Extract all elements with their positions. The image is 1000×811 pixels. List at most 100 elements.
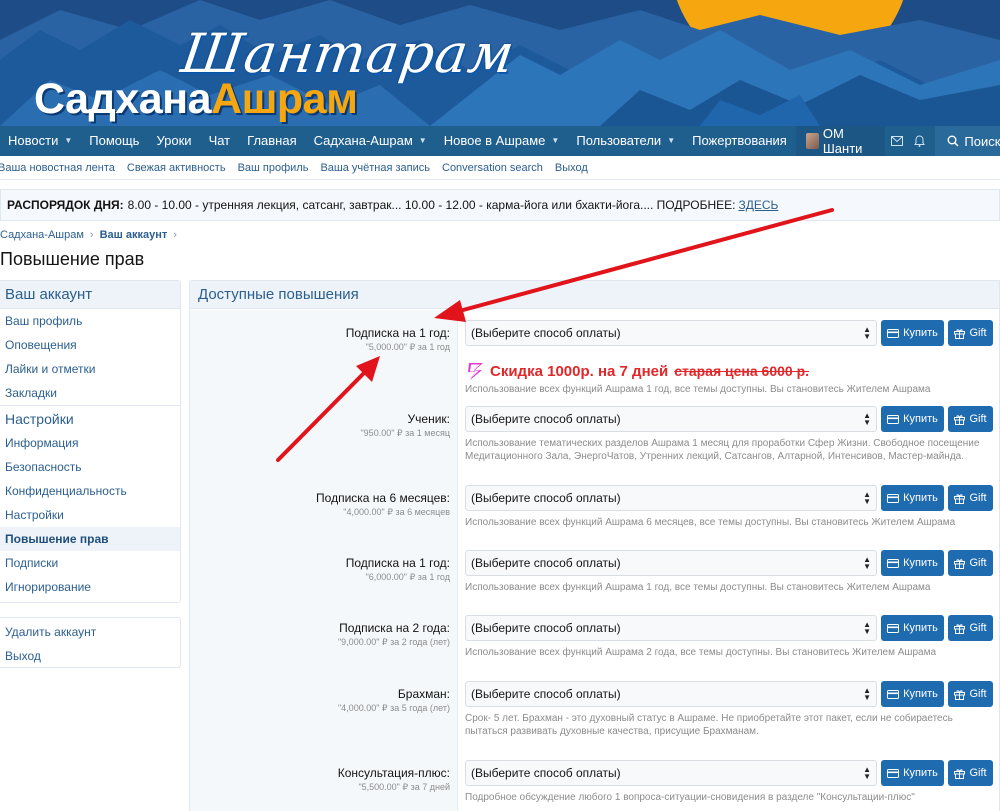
sidebar-item-info[interactable]: Информация: [0, 431, 180, 455]
avatar: [805, 133, 819, 149]
chevron-down-icon: ▼: [863, 627, 871, 636]
upgrade-description: Подробное обсуждение любого 1 вопроса-си…: [465, 792, 915, 803]
sub-navigation: Ваша новостная лента Свежая активность В…: [0, 156, 1000, 180]
buy-label: Купить: [903, 767, 938, 779]
credit-card-icon: [887, 623, 900, 633]
logo-word-yellow: Ашрам: [211, 75, 358, 123]
buy-button[interactable]: Купить: [881, 681, 944, 707]
schedule-notice: РАСПОРЯДОК ДНЯ: 8.00 - 10.00 - утренняя …: [0, 189, 1000, 221]
sidebar-item-profile[interactable]: Ваш профиль: [0, 309, 180, 333]
buy-button[interactable]: Купить: [881, 760, 944, 786]
select-value: (Выберите способ оплаты): [471, 491, 621, 505]
buy-label: Купить: [903, 622, 938, 634]
chevron-down-icon: ▼: [863, 693, 871, 702]
nav-label: Пользователи: [576, 133, 662, 148]
buy-button[interactable]: Купить: [881, 550, 944, 576]
notice-link[interactable]: ЗДЕСЬ: [738, 198, 778, 212]
sidebar-item-preferences[interactable]: Настройки: [0, 503, 180, 527]
buy-button[interactable]: Купить: [881, 406, 944, 432]
promo-old-price: старая цена 6000 р.: [674, 363, 809, 379]
nav-item-sadhana-ashram[interactable]: Садхана-Ашрам ▼: [306, 126, 436, 156]
buy-button[interactable]: Купить: [881, 485, 944, 511]
nav-item-lessons[interactable]: Уроки: [148, 126, 200, 156]
payment-method-select[interactable]: (Выберите способ оплаты) ▲ ▼: [465, 681, 877, 707]
gift-label: Gift: [969, 327, 987, 339]
payment-method-select[interactable]: (Выберите способ оплаты) ▲ ▼: [465, 320, 877, 346]
sidebar-item-delete-account[interactable]: Удалить аккаунт: [0, 620, 180, 644]
subnav-logout[interactable]: Выход: [555, 162, 588, 174]
chevron-down-icon[interactable]: ▼: [419, 126, 427, 156]
sidebar-item-upgrades[interactable]: Повышение прав: [0, 527, 180, 551]
nav-user-area: ОМ Шанти Поиск: [795, 126, 1000, 156]
subnav-news-feed[interactable]: Ваша новостная лента: [0, 162, 115, 174]
gift-button[interactable]: Gift: [948, 615, 993, 641]
gift-button[interactable]: Gift: [948, 485, 993, 511]
chevron-down-icon[interactable]: ▼: [64, 126, 72, 156]
select-value: (Выберите способ оплаты): [471, 412, 621, 426]
breadcrumb-item[interactable]: Садхана-Ашрам: [0, 229, 84, 241]
nav-item-help[interactable]: Помощь: [81, 126, 148, 156]
nav-item-users[interactable]: Пользователи ▼: [568, 126, 684, 156]
upgrade-cost: "9,000.00" ₽ за 2 года (лет): [337, 637, 450, 647]
buy-button[interactable]: Купить: [881, 320, 944, 346]
gift-label: Gift: [969, 413, 987, 425]
chevron-down-icon[interactable]: ▼: [667, 126, 675, 156]
sidebar-item-bookmarks[interactable]: Закладки: [0, 381, 180, 405]
sidebar-item-following[interactable]: Подписки: [0, 551, 180, 575]
search-button[interactable]: Поиск: [935, 126, 1000, 156]
upgrade-title: Подписка на 1 год:: [345, 556, 450, 570]
sidebar-header-account: Ваш аккаунт: [0, 281, 180, 309]
nav-item-chat[interactable]: Чат: [201, 126, 240, 156]
chevron-down-icon: ▼: [863, 562, 871, 571]
sidebar-item-ignoring[interactable]: Игнорирование: [0, 575, 180, 599]
nav-item-new-in-ashram[interactable]: Новое в Ашраме ▼: [436, 126, 569, 156]
select-value: (Выберите способ оплаты): [471, 556, 621, 570]
site-logo[interactable]: СадханаАшрам: [34, 75, 358, 123]
sidebar-item-privacy[interactable]: Конфиденциальность: [0, 479, 180, 503]
credit-card-icon: [887, 493, 900, 503]
sidebar-item-likes[interactable]: Лайки и отметки: [0, 357, 180, 381]
nav-item-news[interactable]: Новости ▼: [0, 126, 81, 156]
payment-method-select[interactable]: (Выберите способ оплаты) ▲ ▼: [465, 550, 877, 576]
bell-icon[interactable]: [908, 126, 931, 156]
gift-button[interactable]: Gift: [948, 550, 993, 576]
subnav-your-account[interactable]: Ваша учётная запись: [320, 162, 430, 174]
sidebar-item-logout[interactable]: Выход: [0, 644, 180, 668]
envelope-icon[interactable]: [885, 126, 908, 156]
payment-method-select[interactable]: (Выберите способ оплаты) ▲ ▼: [465, 615, 877, 641]
nav-label: Пожертвования: [692, 133, 787, 148]
upgrade-title: Подписка на 1 год:: [345, 326, 450, 340]
gift-label: Gift: [969, 688, 987, 700]
gift-button[interactable]: Gift: [948, 760, 993, 786]
nav-item-home[interactable]: Главная: [239, 126, 305, 156]
payment-method-select[interactable]: (Выберите способ оплаты) ▲ ▼: [465, 760, 877, 786]
upgrades-panel: Доступные повышения Подписка на 1 год: "…: [189, 280, 1000, 811]
chevron-down-icon: ▼: [863, 497, 871, 506]
subnav-conversation-search[interactable]: Conversation search: [442, 162, 543, 174]
gift-button[interactable]: Gift: [948, 406, 993, 432]
notice-title: РАСПОРЯДОК ДНЯ:: [7, 198, 124, 212]
buy-button[interactable]: Купить: [881, 615, 944, 641]
user-menu[interactable]: ОМ Шанти: [795, 126, 886, 156]
chevron-down-icon[interactable]: ▼: [551, 126, 559, 156]
gift-button[interactable]: Gift: [948, 681, 993, 707]
select-value: (Выберите способ оплаты): [471, 326, 621, 340]
sidebar-item-security[interactable]: Безопасность: [0, 455, 180, 479]
subnav-latest-activity[interactable]: Свежая активность: [127, 162, 226, 174]
gift-button[interactable]: Gift: [948, 320, 993, 346]
logo-word-white: Садхана: [34, 75, 212, 123]
buy-label: Купить: [903, 413, 938, 425]
gift-label: Gift: [969, 622, 987, 634]
nav-item-donations[interactable]: Пожертвования: [684, 126, 796, 156]
upgrade-cost: "950.00" ₽ за 1 месяц: [360, 428, 450, 438]
promo-text: Скидка 1000р. на 7 дней: [490, 362, 669, 380]
nav-label: Главная: [247, 133, 297, 148]
sidebar-header-settings: Настройки: [0, 405, 180, 431]
sidebar-item-alerts[interactable]: Оповещения: [0, 333, 180, 357]
gift-icon: [954, 768, 966, 779]
breadcrumb-item[interactable]: Ваш аккаунт: [100, 229, 168, 241]
payment-method-select[interactable]: (Выберите способ оплаты) ▲ ▼: [465, 485, 877, 511]
subnav-your-profile[interactable]: Ваш профиль: [238, 162, 309, 174]
payment-method-select[interactable]: (Выберите способ оплаты) ▲ ▼: [465, 406, 877, 432]
upgrade-cost: "6,000.00" ₽ за 1 год: [365, 572, 450, 582]
